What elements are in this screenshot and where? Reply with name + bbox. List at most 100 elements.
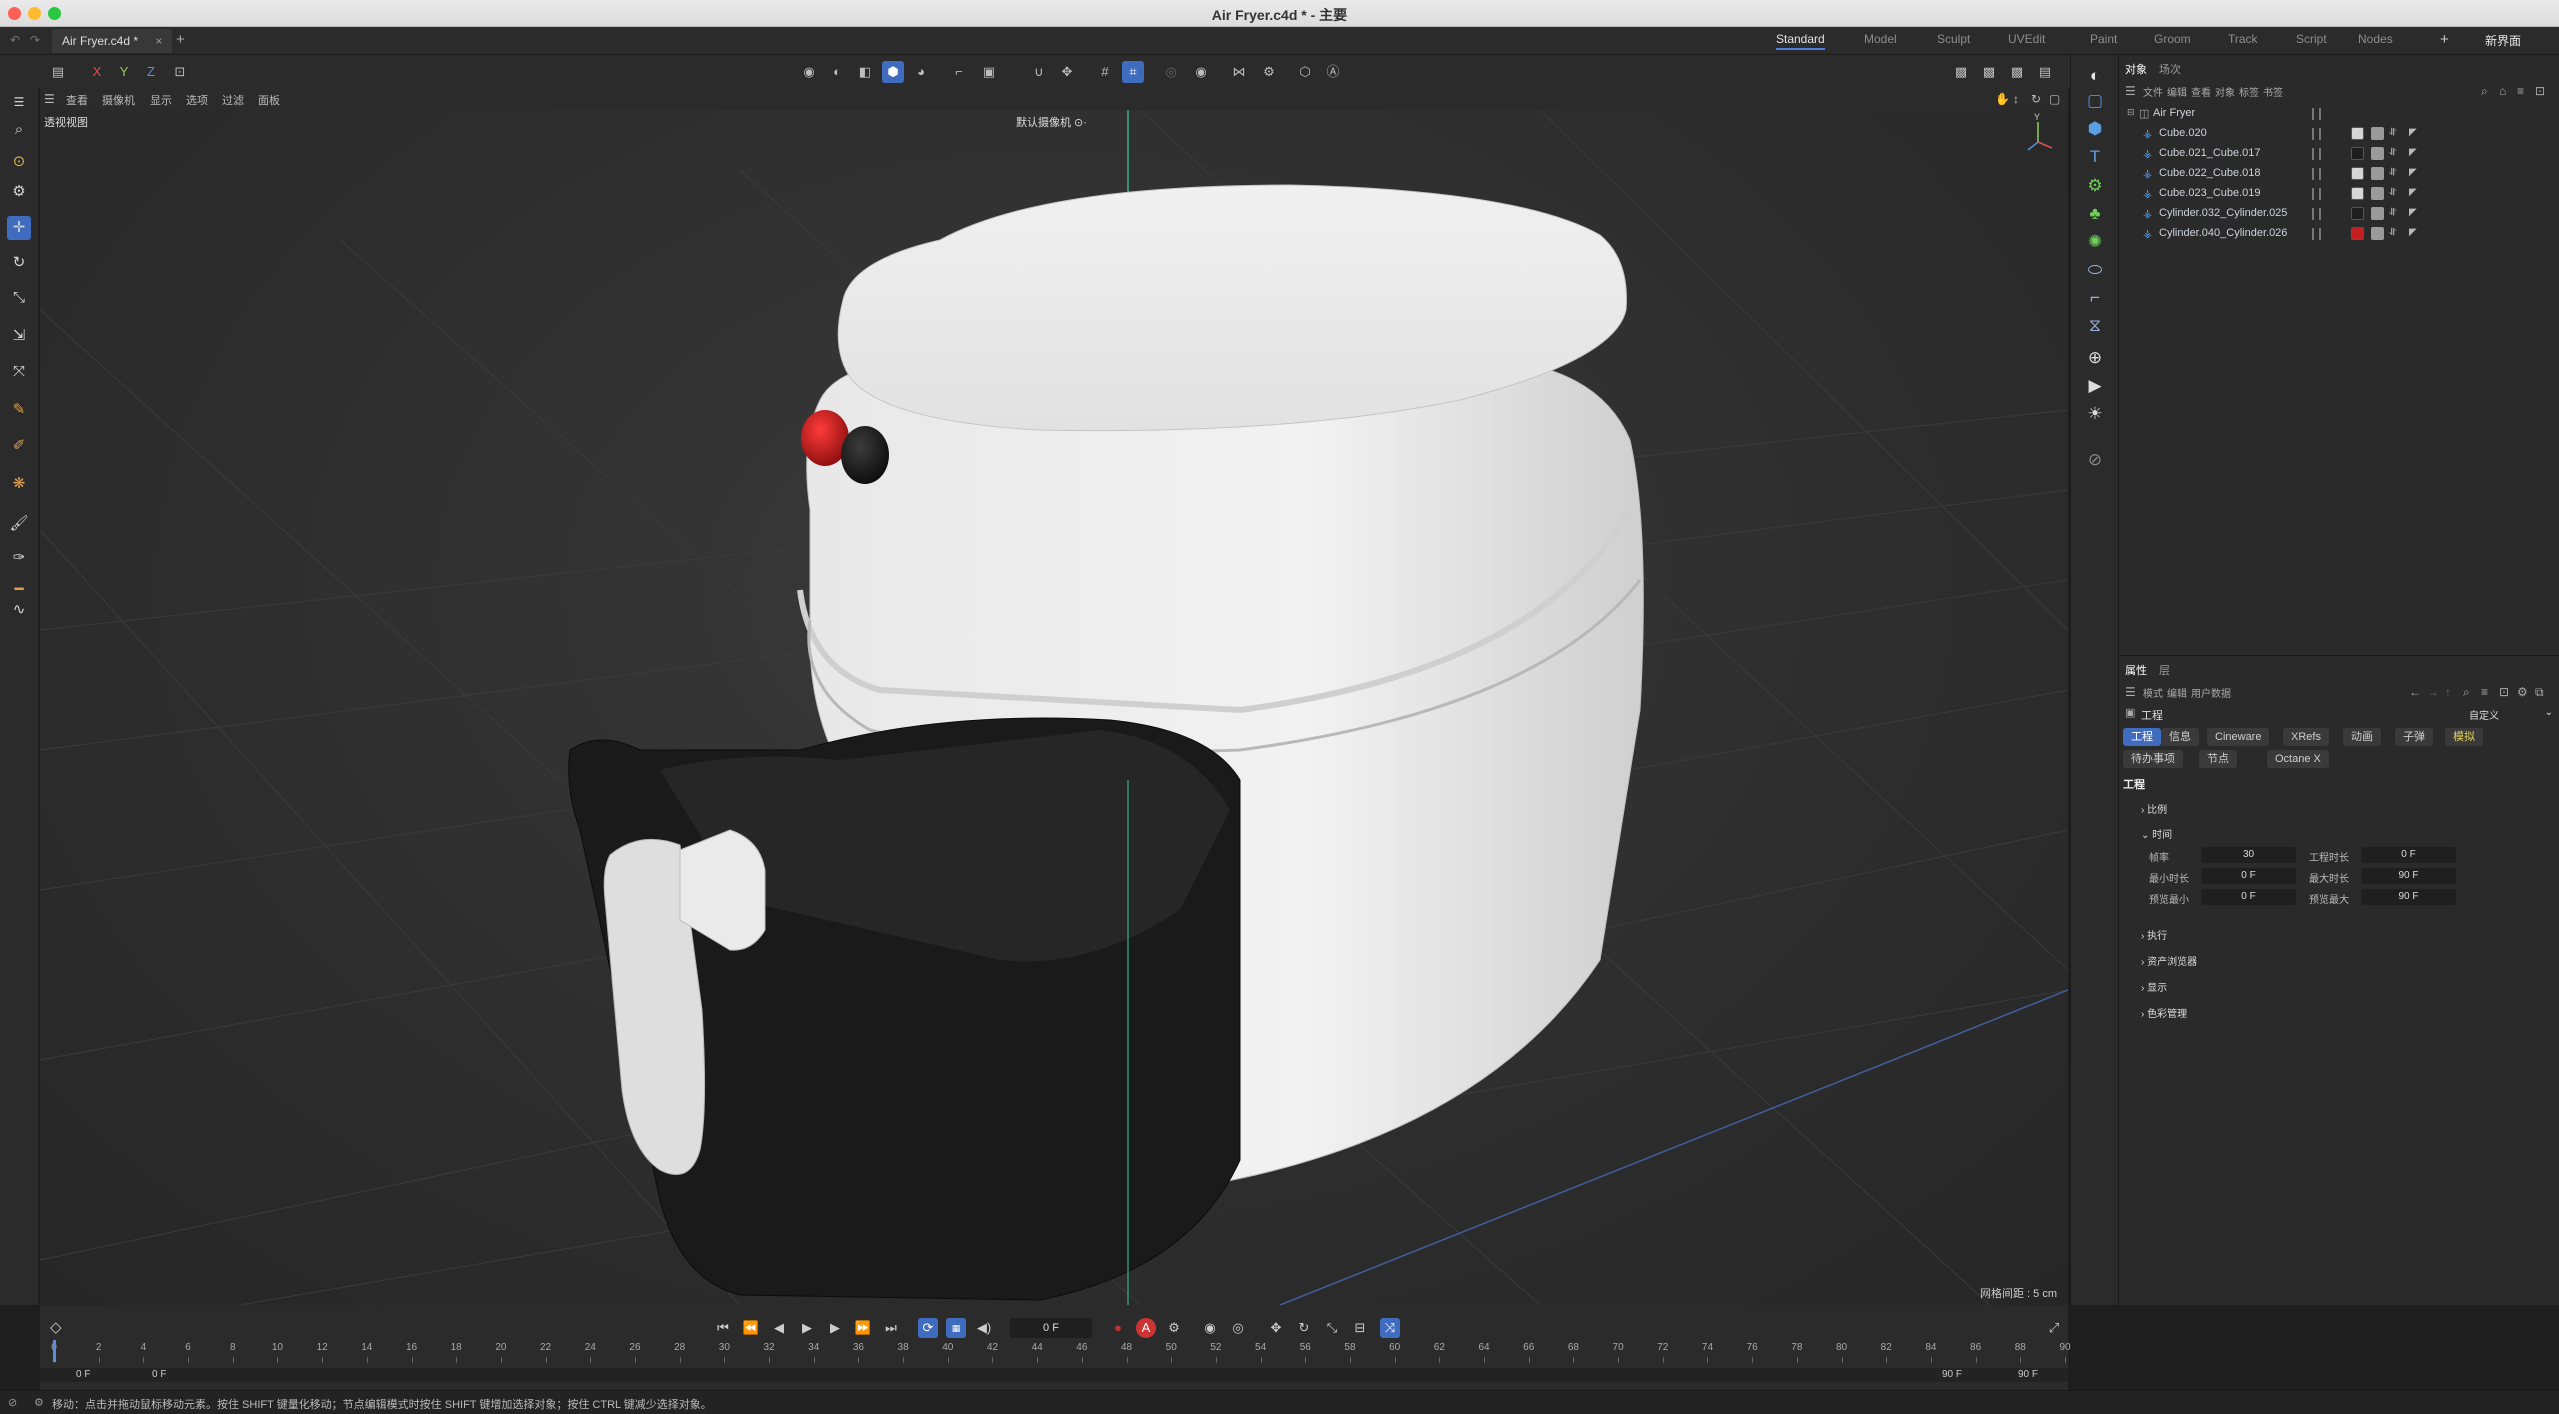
objmgr-filter-icon[interactable]: ≡ bbox=[2517, 84, 2524, 98]
goto-start-icon[interactable]: ⏮ bbox=[713, 1318, 733, 1338]
fps-field[interactable]: 30 bbox=[2201, 847, 2296, 863]
range-end-field[interactable]: 90 F bbox=[1942, 1369, 1962, 1380]
menu-panel[interactable]: 面板 bbox=[258, 92, 280, 108]
close-tab-icon[interactable]: × bbox=[155, 34, 162, 48]
objmgr-home-icon[interactable]: ⌂ bbox=[2499, 84, 2506, 98]
layout-tab-uvedit[interactable]: UVEdit bbox=[2008, 32, 2045, 46]
tab-layers[interactable]: 层 bbox=[2159, 662, 2170, 678]
axis-x-lock-button[interactable]: X bbox=[86, 61, 108, 83]
dolly-view-icon[interactable]: ↕ bbox=[2013, 92, 2019, 106]
objmgr-menu-view[interactable]: 查看 bbox=[2191, 84, 2211, 99]
orbit-view-icon[interactable]: ↻ bbox=[2031, 92, 2041, 106]
material-tag-icon[interactable] bbox=[2351, 227, 2364, 240]
axis-y-lock-button[interactable]: Y bbox=[113, 61, 135, 83]
motion-track-icon[interactable]: ◉ bbox=[1200, 1318, 1220, 1338]
attr-tab2-1[interactable]: 节点 bbox=[2199, 750, 2237, 768]
attr-tab2-2[interactable]: Octane X bbox=[2267, 750, 2329, 768]
playhead[interactable] bbox=[53, 1340, 56, 1362]
range-start-field[interactable]: 0 F bbox=[76, 1369, 90, 1380]
object-row-root[interactable]: ⊟ ◫ Air Fryer bbox=[2119, 104, 2559, 124]
tab-attributes[interactable]: 属性 bbox=[2125, 662, 2147, 678]
autokey-icon[interactable]: A bbox=[1136, 1318, 1156, 1338]
group-scale[interactable]: › 比例 bbox=[2141, 801, 2167, 816]
preview-min-field[interactable]: 0 F bbox=[2201, 889, 2296, 905]
attr-settings-icon[interactable]: ⚙ bbox=[2517, 685, 2528, 699]
normal-tag-icon[interactable]: ⥯ bbox=[2389, 187, 2402, 200]
effector-gear-icon[interactable]: ✺ bbox=[2082, 229, 2108, 255]
object-row[interactable]: ⚶ Cylinder.032_Cylinder.025 ⥯ ◤ bbox=[2119, 204, 2559, 224]
sound-icon[interactable]: ◀) bbox=[974, 1318, 994, 1338]
layout-tab-paint[interactable]: Paint bbox=[2090, 32, 2117, 46]
normal-tag-icon[interactable]: ⥯ bbox=[2389, 207, 2402, 220]
nav-up-icon[interactable]: ↑ bbox=[2445, 685, 2451, 699]
attr-tab-6[interactable]: 模拟 bbox=[2445, 728, 2483, 746]
black-dial-button[interactable] bbox=[841, 426, 889, 484]
collapse-icon[interactable]: ⊟ bbox=[2127, 107, 2135, 118]
range-bar[interactable] bbox=[40, 1368, 2068, 1382]
attr-menu-userdata[interactable]: 用户数据 bbox=[2191, 685, 2231, 700]
uvw-tag-icon[interactable] bbox=[2371, 207, 2384, 220]
deformer-icon[interactable]: ⬭ bbox=[2082, 257, 2108, 283]
objmgr-menu-file[interactable]: 文件 bbox=[2143, 84, 2163, 99]
spline-rect-icon[interactable]: ▢ bbox=[2082, 88, 2108, 114]
null-object-icon[interactable]: ◐ bbox=[2082, 63, 2108, 89]
timeline-expand-icon[interactable]: ⤢ bbox=[2044, 1318, 2064, 1338]
group-time[interactable]: ⌄ 时间 bbox=[2141, 826, 2172, 841]
objmgr-menu-bookmarks[interactable]: 书签 bbox=[2263, 84, 2283, 99]
viewport-hamburger-icon[interactable]: ☰ bbox=[44, 92, 55, 106]
record-icon[interactable]: ● bbox=[1108, 1318, 1128, 1338]
phong-tag-icon[interactable]: ◤ bbox=[2409, 207, 2422, 220]
attr-hamburger-icon[interactable]: ☰ bbox=[2125, 685, 2136, 699]
tab-takes[interactable]: 场次 bbox=[2159, 61, 2181, 77]
menu-cameras[interactable]: 摄像机 bbox=[102, 92, 135, 108]
next-key-icon[interactable]: ⏩ bbox=[853, 1318, 873, 1338]
camera-label[interactable]: 默认摄像机 ⊙· bbox=[1016, 114, 1087, 130]
axis-mode-icon[interactable]: ⌐ bbox=[948, 61, 970, 83]
render-region-icon[interactable]: ◉ bbox=[1190, 61, 1212, 83]
nav-back-icon[interactable]: ← bbox=[2409, 685, 2421, 699]
nav-forward-icon[interactable]: → bbox=[2427, 685, 2439, 699]
maximize-view-icon[interactable]: ▢ bbox=[2049, 92, 2060, 106]
generator-icon[interactable]: ⚙ bbox=[2082, 173, 2108, 199]
key-rotation-icon[interactable]: ↻ bbox=[1294, 1318, 1314, 1338]
visibility-toggle[interactable] bbox=[2312, 228, 2321, 240]
layout-tab-sculpt[interactable]: Sculpt bbox=[1937, 32, 1970, 46]
edges-mode-icon[interactable]: ◐ bbox=[826, 61, 848, 83]
objmgr-lock-icon[interactable]: ⊡ bbox=[2535, 84, 2545, 98]
perspective-viewport[interactable]: Y bbox=[39, 109, 2069, 1306]
paint-brush-icon[interactable]: 🖌 bbox=[7, 512, 31, 536]
uvw-tag-icon[interactable] bbox=[2371, 147, 2384, 160]
tweak-mode-icon[interactable]: ▣ bbox=[978, 61, 1000, 83]
magnet-icon[interactable]: ∪ bbox=[1028, 61, 1050, 83]
normal-tag-icon[interactable]: ⥯ bbox=[2389, 227, 2402, 240]
normal-tag-icon[interactable]: ⥯ bbox=[2389, 127, 2402, 140]
redo-icon[interactable]: ↷ bbox=[30, 33, 40, 47]
render-picture-viewer-icon[interactable]: ▩ bbox=[1978, 61, 2000, 83]
symmetry-icon[interactable]: ⋈ bbox=[1228, 61, 1250, 83]
move-tool-icon[interactable]: ✛ bbox=[7, 216, 31, 240]
visibility-toggle[interactable] bbox=[2312, 148, 2321, 160]
range-start2-field[interactable]: 0 F bbox=[152, 1369, 166, 1380]
attr-search-icon[interactable]: ⌕ bbox=[2463, 685, 2470, 700]
objmgr-menu-tags[interactable]: 标签 bbox=[2239, 84, 2259, 99]
visibility-toggle[interactable] bbox=[2312, 188, 2321, 200]
cloner-icon[interactable]: ♣ bbox=[2082, 201, 2108, 227]
edit-render-settings-icon[interactable]: ▤ bbox=[2034, 61, 2056, 83]
range-end2-field[interactable]: 90 F bbox=[2018, 1369, 2038, 1380]
phong-tag-icon[interactable]: ◤ bbox=[2409, 167, 2422, 180]
add-layout-icon[interactable]: + bbox=[2440, 31, 2449, 48]
key-pla-icon[interactable]: ⤨ bbox=[1380, 1318, 1400, 1338]
attr-tab-2[interactable]: Cineware bbox=[2207, 728, 2270, 746]
menu-options[interactable]: 选项 bbox=[186, 92, 208, 108]
motion-clip-icon[interactable]: ◎ bbox=[1228, 1318, 1248, 1338]
camera-object-icon[interactable]: ▶ bbox=[2082, 373, 2108, 399]
visibility-toggle[interactable] bbox=[2312, 168, 2321, 180]
text-spline-icon[interactable]: T bbox=[2082, 144, 2108, 170]
attr-lock-icon[interactable]: ⊡ bbox=[2499, 685, 2509, 699]
axis-z-lock-button[interactable]: Z bbox=[140, 61, 162, 83]
auto-key-icon[interactable]: Ⓐ bbox=[1322, 61, 1344, 83]
layout-tab-script[interactable]: Script bbox=[2296, 32, 2327, 46]
viewport-solo-icon[interactable]: ⬡ bbox=[1294, 61, 1316, 83]
brush-group-icon[interactable]: ❋ bbox=[7, 472, 31, 496]
object-row[interactable]: ⚶ Cube.022_Cube.018 ⥯ ◤ bbox=[2119, 164, 2559, 184]
